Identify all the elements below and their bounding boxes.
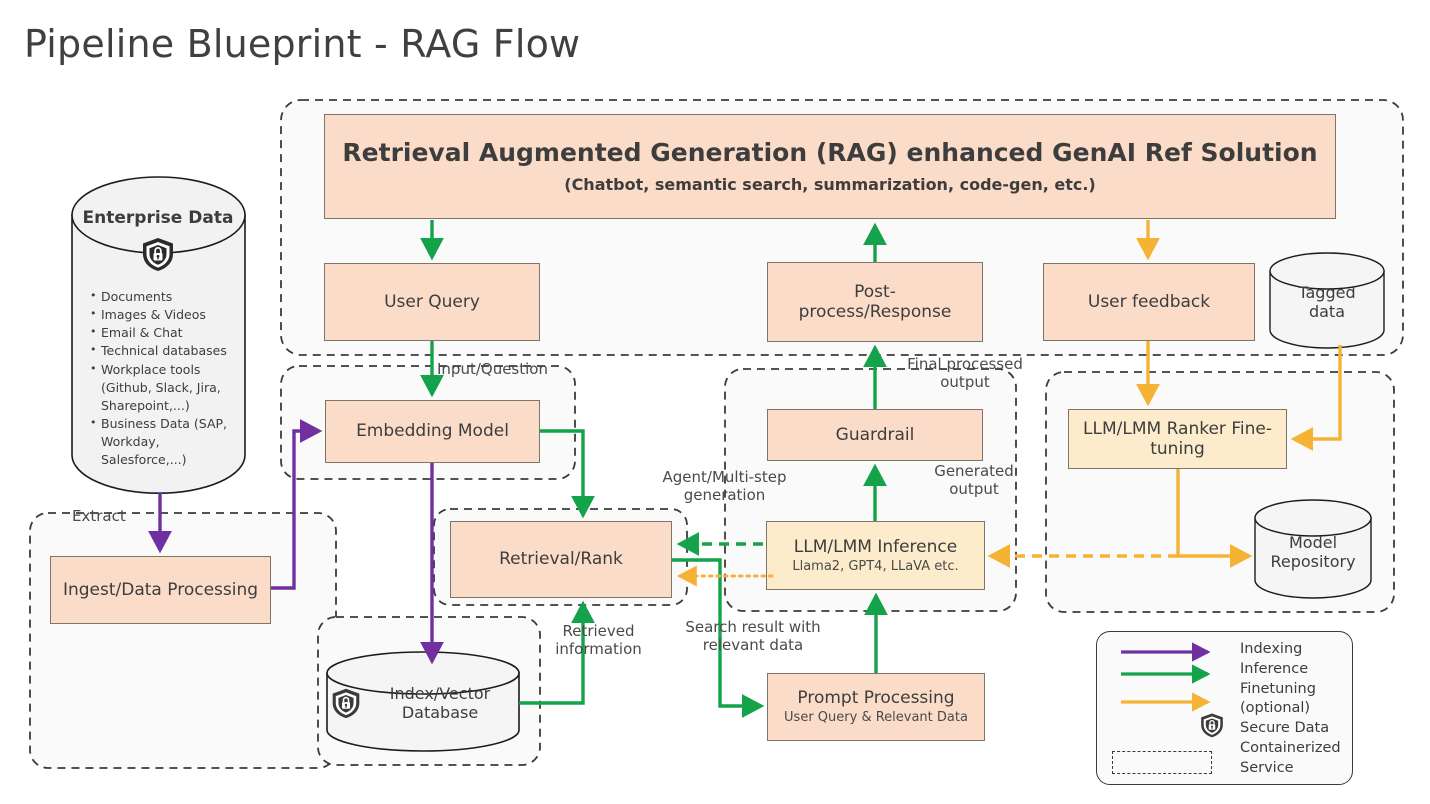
legend-item-label: Service bbox=[1240, 759, 1294, 776]
edge-label-extract: Extract bbox=[72, 507, 126, 525]
user-feedback-label: User feedback bbox=[1087, 291, 1211, 312]
secure-shield-lock-icon bbox=[143, 238, 173, 271]
enterprise-data-item: Business Data (SAP, Workday, Salesforce,… bbox=[90, 415, 238, 469]
enterprise-data-item: Workplace tools (Github, Slack, Jira, Sh… bbox=[90, 361, 238, 415]
rag-header-subtitle: (Chatbot, semantic search, summarization… bbox=[564, 174, 1096, 194]
ingest-label: Ingest/Data Processing bbox=[62, 579, 259, 600]
model-repository-label: Model Repository bbox=[1270, 533, 1356, 572]
embedding-model-label: Embedding Model bbox=[356, 421, 509, 442]
rag-header-title: Retrieval Augmented Generation (RAG) enh… bbox=[342, 138, 1318, 168]
edge-label-retrieved-information: Retrieved information bbox=[555, 622, 642, 658]
edge-label-input-question: Input/Question bbox=[437, 360, 548, 378]
index-vector-database-label: Index/Vector Database bbox=[389, 684, 491, 723]
prompt-processing-label: Prompt Processing bbox=[797, 688, 955, 709]
enterprise-data-list: DocumentsImages & VideosEmail & ChatTech… bbox=[88, 288, 238, 469]
legend-item-label: Containerized bbox=[1240, 739, 1341, 756]
secure-shield-lock-icon bbox=[332, 688, 360, 719]
legend-item-label: Finetuning bbox=[1240, 680, 1316, 697]
legend-item-label: Secure Data bbox=[1240, 720, 1330, 737]
edge-label-generated-output: Generated output bbox=[934, 462, 1014, 498]
edge-label-agent-multistep: Agent/Multi-step generation bbox=[662, 468, 787, 504]
retrieval-rank-label: Retrieval/Rank bbox=[499, 549, 623, 570]
legend-labels: Indexing Inference Finetuning (optional) Sec… bbox=[1240, 640, 1360, 779]
enterprise-data-item: Technical databases bbox=[90, 342, 238, 360]
node-rag-header[interactable]: Retrieval Augmented Generation (RAG) enh… bbox=[324, 114, 1336, 219]
node-ranker-finetuning[interactable]: LLM/LMM Ranker Fine-tuning bbox=[1068, 409, 1287, 469]
user-query-label: User Query bbox=[384, 291, 480, 312]
tagged-data-label: Tagged data bbox=[1298, 283, 1356, 322]
dashed-rectangle-swatch bbox=[1112, 751, 1212, 774]
node-user-feedback[interactable]: User feedback bbox=[1043, 263, 1255, 341]
secure-shield-lock-icon bbox=[1201, 713, 1223, 738]
node-retrieval-rank[interactable]: Retrieval/Rank bbox=[450, 521, 672, 598]
node-llm-inference[interactable]: LLM/LMM Inference Llama2, GPT4, LLaVA et… bbox=[766, 521, 985, 590]
node-user-query[interactable]: User Query bbox=[324, 263, 540, 341]
node-guardrail[interactable]: Guardrail bbox=[767, 409, 983, 461]
post-process-label: Post- process/Response bbox=[798, 281, 952, 322]
llm-inference-label: LLM/LMM Inference bbox=[793, 536, 958, 557]
enterprise-data-item: Documents bbox=[90, 288, 238, 306]
page-title: Pipeline Blueprint - RAG Flow bbox=[24, 22, 581, 66]
legend-item-label: Inference bbox=[1240, 660, 1309, 677]
enterprise-data-title: Enterprise Data bbox=[82, 208, 234, 228]
node-post-process[interactable]: Post- process/Response bbox=[767, 262, 983, 342]
diagram-canvas: Pipeline Blueprint - RAG Flow Retrieval … bbox=[0, 0, 1430, 804]
edge-label-final-processed-output: Final processed output bbox=[907, 355, 1023, 391]
node-embedding-model[interactable]: Embedding Model bbox=[325, 400, 540, 463]
node-prompt-processing[interactable]: Prompt Processing User Query & Relevant … bbox=[767, 673, 985, 741]
guardrail-label: Guardrail bbox=[835, 424, 915, 445]
ranker-finetuning-label: LLM/LMM Ranker Fine-tuning bbox=[1083, 418, 1272, 459]
legend-item-label: (optional) bbox=[1240, 700, 1311, 717]
prompt-processing-subtitle: User Query & Relevant Data bbox=[784, 710, 968, 726]
edge-label-search-result: Search result with relevant data bbox=[685, 618, 821, 654]
llm-inference-subtitle: Llama2, GPT4, LLaVA etc. bbox=[792, 558, 959, 574]
enterprise-data-item: Images & Videos bbox=[90, 306, 238, 324]
legend-item-label: Indexing bbox=[1240, 641, 1303, 657]
enterprise-data-item: Email & Chat bbox=[90, 324, 238, 342]
node-ingest[interactable]: Ingest/Data Processing bbox=[50, 556, 271, 624]
